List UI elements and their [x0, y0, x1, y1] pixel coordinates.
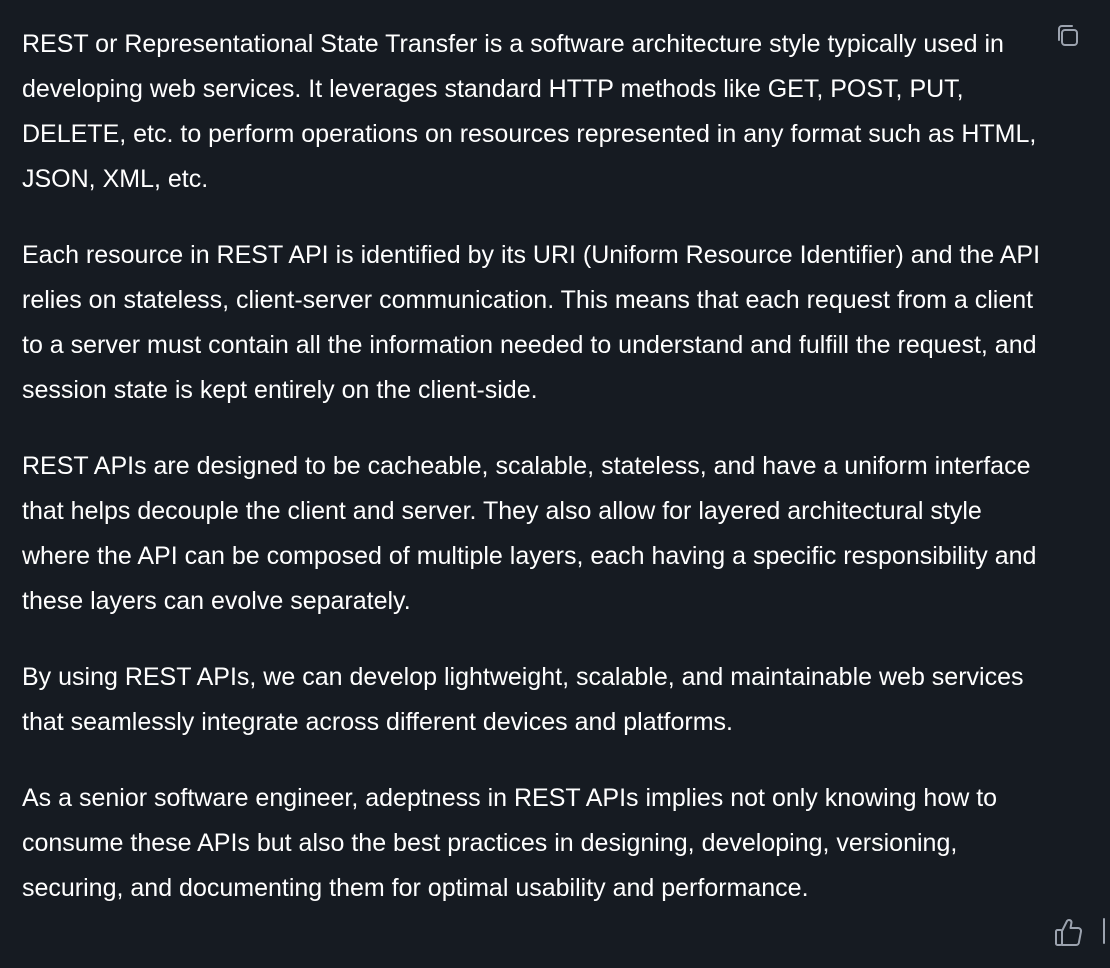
thumbs-up-button[interactable] — [1050, 914, 1086, 950]
thumbs-up-icon — [1050, 914, 1086, 950]
message-paragraph: REST APIs are designed to be cacheable, … — [22, 452, 1037, 615]
message-text: REST or Representational State Transfer … — [22, 22, 1052, 911]
message-paragraph: By using REST APIs, we can develop light… — [22, 663, 1024, 736]
message-paragraph: Each resource in REST API is identified … — [22, 241, 1041, 404]
assistant-message: REST or Representational State Transfer … — [0, 0, 1110, 968]
copy-button[interactable] — [1052, 20, 1084, 52]
copy-icon — [1052, 20, 1084, 52]
message-paragraph: As a senior software engineer, adeptness… — [22, 784, 998, 902]
thumbs-down-icon — [1102, 918, 1110, 944]
message-paragraph: REST or Representational State Transfer … — [22, 30, 1037, 193]
thumbs-down-button[interactable] — [1102, 918, 1110, 944]
